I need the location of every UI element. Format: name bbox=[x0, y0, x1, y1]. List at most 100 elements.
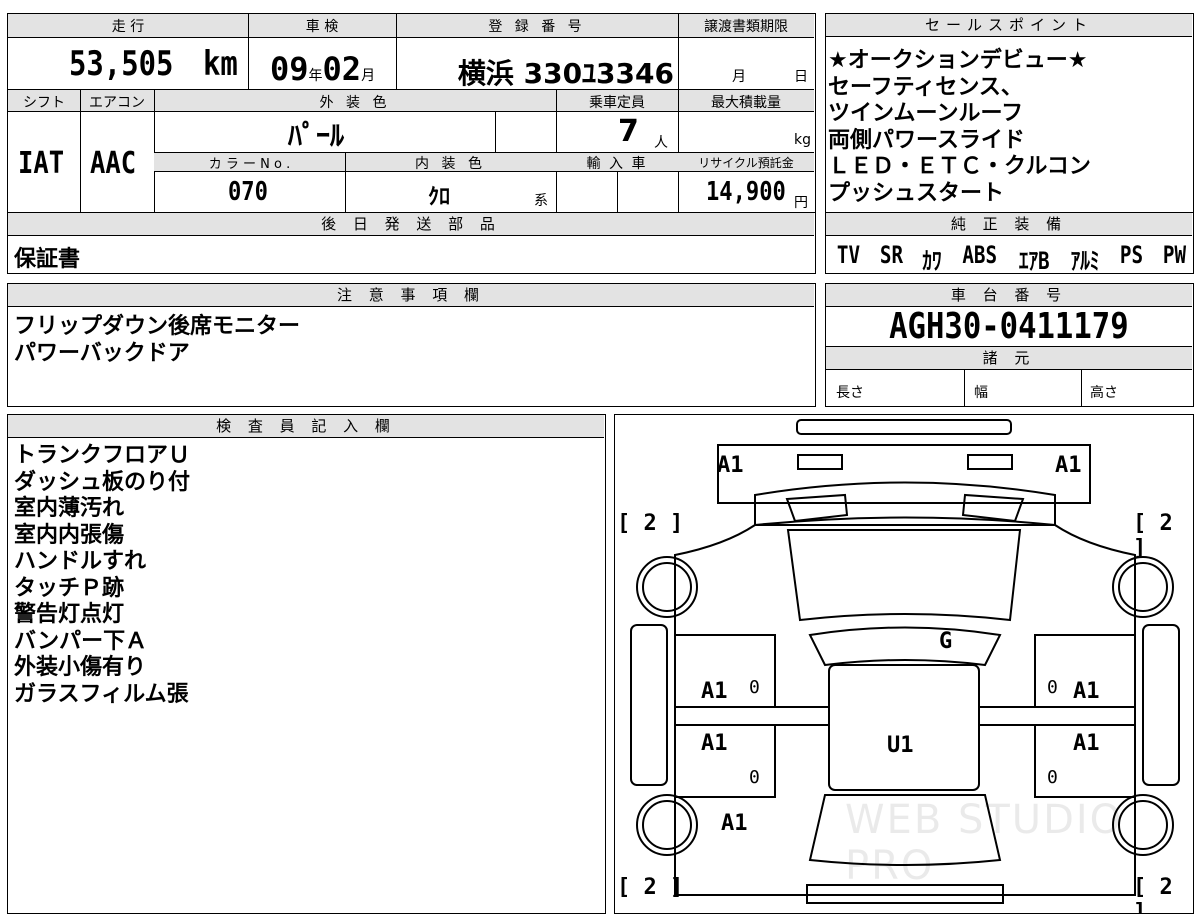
side-panel-left bbox=[630, 624, 668, 786]
chassis-header: 車 台 番 号 bbox=[826, 284, 1192, 307]
inspector-line: トランクフロアＵ bbox=[14, 443, 191, 468]
inspector-line: ハンドルすれ bbox=[14, 549, 147, 574]
wheel-front-left bbox=[636, 556, 698, 618]
inspection-header: 車 検 bbox=[305, 19, 339, 35]
recycle-fee-header: リサイクル預託金 bbox=[698, 156, 794, 170]
interior-color-header: 内 装 色 bbox=[415, 156, 486, 172]
chassis-section: 車 台 番 号 AGH30-0411179 諸 元 長さ 幅 高さ bbox=[825, 283, 1194, 407]
sales-point-line: 両側パワースライド bbox=[828, 127, 1025, 153]
wheel-rear-left-inner bbox=[642, 800, 692, 850]
spec-length-label: 長さ bbox=[836, 385, 864, 401]
equipment-header: 純 正 装 備 bbox=[826, 213, 1192, 236]
chassis-number: AGH30-0411179 bbox=[889, 306, 1129, 347]
recycle-fee-value: 14,900 bbox=[706, 177, 786, 207]
roof-panel bbox=[828, 664, 980, 791]
inspection-year: 09 bbox=[270, 50, 309, 88]
divider bbox=[678, 14, 679, 89]
sales-points-header: セールスポイント bbox=[826, 14, 1192, 37]
import-car-header: 輸 入 車 bbox=[586, 156, 648, 172]
label-zero: 0 bbox=[1047, 767, 1058, 788]
roof bbox=[808, 626, 1002, 667]
divider bbox=[1081, 369, 1082, 406]
notes-line: フリップダウン後席モニター bbox=[14, 314, 301, 339]
equipment-item: PS bbox=[1120, 241, 1144, 269]
front-panel bbox=[717, 444, 1091, 504]
watermark: WEB STUDIO PRO bbox=[845, 797, 1124, 889]
aircon-value: AAC bbox=[90, 146, 137, 181]
wheel-front-right-inner bbox=[1118, 562, 1168, 612]
exterior-color-value: ﾊﾟｰﾙ bbox=[288, 119, 345, 152]
mileage-value: 53,505 km bbox=[8, 44, 244, 84]
label-bracket-top-right: [ 2 ] bbox=[1133, 511, 1173, 561]
divider bbox=[556, 90, 557, 212]
label-rear-left: A1 bbox=[721, 811, 748, 836]
equipment-item: ｶﾜ bbox=[922, 247, 942, 275]
sales-points-lines: ★オークションデビュー★ セーフティセンス、 ツインムーンルーフ 両側パワースラ… bbox=[828, 48, 1091, 207]
vehicle-info-table: 走 行 車 検 登 録 番 号 譲渡書類期限 53,505 km 09年02月 … bbox=[7, 13, 816, 213]
spec-height-label: 高さ bbox=[1090, 385, 1118, 401]
inspector-lines: トランクフロアＵ ダッシュ板のり付 室内薄汚れ 室内内張傷 ハンドルすれ タッチ… bbox=[14, 443, 190, 708]
notes-section: 注 意 事 項 欄 フリップダウン後席モニター パワーバックドア bbox=[7, 283, 816, 407]
inspector-line: 室内薄汚れ bbox=[14, 496, 125, 521]
notes-line: パワーバックドア bbox=[14, 340, 190, 366]
capacity-unit: 人 bbox=[654, 135, 668, 151]
inspector-line: タッチＰ跡 bbox=[14, 575, 125, 601]
notes-lines: フリップダウン後席モニター パワーバックドア bbox=[14, 314, 300, 367]
label-roof: U1 bbox=[887, 733, 914, 758]
color-no-value: 070 bbox=[228, 177, 268, 207]
interior-color-suffix: 系 bbox=[534, 193, 548, 209]
transfer-deadline-header: 譲渡書類期限 bbox=[704, 19, 788, 35]
car-damage-diagram: A1 A1 [ 2 ] [ 2 ] G A1 0 A1 0 A1 0 A1 0 … bbox=[614, 414, 1194, 914]
sales-point-line: セーフティセンス、 bbox=[828, 74, 1023, 100]
divider bbox=[248, 14, 249, 89]
aircon-header: エアコン bbox=[89, 95, 145, 111]
inspection-month: 02 bbox=[322, 50, 362, 88]
specs-header: 諸 元 bbox=[826, 346, 1192, 370]
divider bbox=[964, 369, 965, 406]
label-bracket-bottom-left: [ 2 ] bbox=[617, 875, 684, 900]
label-bracket-top-left: [ 2 ] bbox=[617, 511, 684, 536]
windshield bbox=[786, 529, 1022, 622]
side-panel-right bbox=[1142, 624, 1180, 786]
inspection-value: 09年02月 bbox=[270, 50, 400, 88]
label-zero: 0 bbox=[749, 677, 760, 698]
spec-width-label: 幅 bbox=[974, 385, 988, 401]
label-front-right: A1 bbox=[1055, 453, 1082, 478]
sales-point-line: ＬＥＤ・ＥＴＣ・クルコン bbox=[828, 154, 1091, 179]
mileage-header: 走 行 bbox=[111, 19, 145, 35]
inspector-line: 室内内張傷 bbox=[14, 522, 125, 548]
max-load-header: 最大積載量 bbox=[711, 95, 781, 111]
label-front-left: A1 bbox=[717, 453, 744, 478]
inspection-month-unit: 月 bbox=[361, 68, 376, 84]
sales-points-section: セールスポイント ★オークションデビュー★ セーフティセンス、 ツインムーンルー… bbox=[825, 13, 1194, 213]
shift-header: シフト bbox=[23, 95, 65, 111]
exterior-color-header: 外 装 色 bbox=[319, 95, 391, 111]
capacity-header: 乗車定員 bbox=[589, 95, 645, 111]
front-bumper bbox=[796, 419, 1012, 435]
transfer-month-unit: 月 bbox=[732, 69, 746, 85]
equipment-section: 純 正 装 備 TV SR ｶﾜ ABS ｴｱB ｱﾙﾐ PS PW bbox=[825, 212, 1194, 276]
max-load-unit: kg bbox=[794, 132, 811, 148]
later-shipping-header: 後 日 発 送 部 品 bbox=[8, 213, 814, 236]
label-hood: G bbox=[939, 629, 953, 654]
later-shipping-parts: 後 日 発 送 部 品 保証書 bbox=[7, 212, 816, 274]
transfer-day-unit: 日 bbox=[794, 69, 808, 85]
divider bbox=[495, 112, 496, 152]
notes-header: 注 意 事 項 欄 bbox=[8, 284, 814, 307]
divider bbox=[617, 172, 618, 212]
equipment-list: TV SR ｶﾜ ABS ｴｱB ｱﾙﾐ PS PW bbox=[834, 241, 1189, 276]
interior-color-value: ｸﾛ bbox=[428, 185, 451, 210]
later-shipping-value: 保証書 bbox=[14, 247, 81, 272]
label-door-rear-left: A1 bbox=[701, 731, 728, 756]
divider bbox=[678, 90, 679, 212]
mileage-unit: km bbox=[203, 44, 238, 84]
inspection-year-unit: 年 bbox=[308, 68, 323, 84]
inspector-line: バンパー下Ａ bbox=[14, 628, 148, 654]
label-door-front-right: A1 bbox=[1073, 679, 1100, 704]
label-door-front-left: A1 bbox=[701, 679, 728, 704]
label-zero: 0 bbox=[749, 767, 760, 788]
label-door-rear-right: A1 bbox=[1073, 731, 1100, 756]
sales-point-line: ★オークションデビュー★ bbox=[828, 48, 1088, 73]
divider bbox=[154, 90, 155, 212]
equipment-item: ｱﾙﾐ bbox=[1070, 247, 1100, 275]
